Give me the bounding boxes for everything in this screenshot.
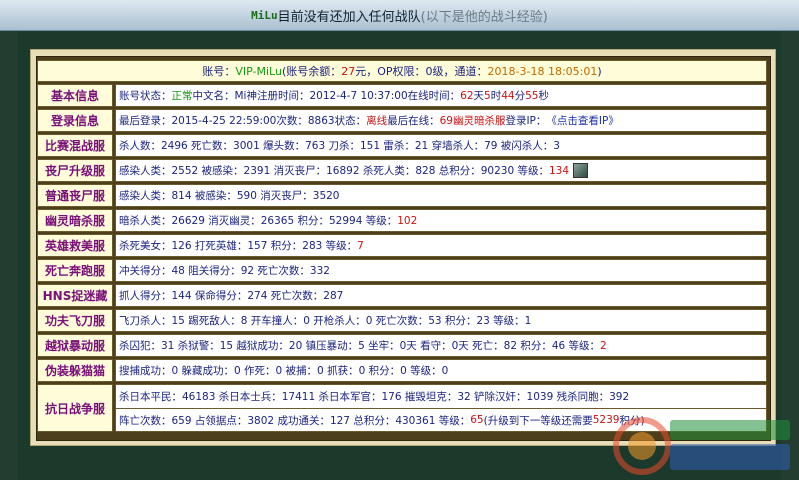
- zombie-level: 134: [548, 164, 570, 177]
- last-server: 69幽灵暗杀服: [439, 115, 506, 127]
- player-name: MiLu: [251, 8, 278, 22]
- account-id: VIP-MiLu: [235, 64, 282, 78]
- online-state: 离线: [366, 115, 388, 127]
- left-edge: [0, 30, 18, 480]
- anti-japan-line-2: 阵亡次数：659 占领据点：3802 成功通关：127 总积分：430361 等…: [116, 408, 766, 431]
- label-anti-japan: 抗日战争服: [37, 384, 113, 432]
- register-time: 2012-4-7 10:37:00: [309, 89, 408, 102]
- label-hide-seek: 伪装躲猫猫: [37, 359, 113, 382]
- anti-japan-level: 65: [470, 414, 484, 426]
- value-anti-japan: 杀日本平民：46183 杀日本士兵：17411 杀日本军官：176 摧毁坦克：3…: [115, 384, 767, 432]
- value-basic-info: 账号状态： 正常 中文名： Mi神 注册时间： 2012-4-7 10:37:00 在…: [115, 84, 767, 107]
- top-hint: (以下是他的战斗经验): [420, 9, 548, 25]
- label-mixed-battle: 比赛混战服: [37, 134, 113, 157]
- value-hns: 抓人得分：144 保命得分：274 死亡次数：287: [115, 284, 767, 307]
- label-basic-info: 基本信息: [37, 84, 113, 107]
- value-jailbreak: 杀囚犯：31 杀狱警：15 越狱成功：20 镇压暴动：5 坐牢：0天 看守：0天…: [115, 334, 767, 357]
- value-mixed-battle: 杀人数：2496 死亡数：3001 爆头数：763 刀杀：151 雷杀：21 穿…: [115, 134, 767, 157]
- view-ip-link[interactable]: 《点击查看IP》: [546, 113, 618, 128]
- label-normal-zombie: 普通丧尸服: [37, 184, 113, 207]
- label-kungfu-knife: 功夫飞刀服: [37, 309, 113, 332]
- server-time: 2018-3-18 18:05:01: [487, 64, 598, 78]
- label-hero-rescue: 英雄救美服: [37, 234, 113, 257]
- top-bar: MiLu 目前没有还加入任何战队 (以下是他的战斗经验): [0, 0, 799, 31]
- team-status: 目前没有还加入任何战队: [277, 9, 421, 25]
- label-ghost-assassin: 幽灵暗杀服: [37, 209, 113, 232]
- avatar-icon: [573, 163, 589, 178]
- value-ghost-assassin: 暗杀人类：26629 消灭幽灵：26365 积分：52994 等级： 102: [115, 209, 767, 232]
- label-hns: HNS捉迷藏: [37, 284, 113, 307]
- ghost-level: 102: [397, 214, 418, 227]
- op-level: 0级: [425, 65, 444, 78]
- value-death-run: 冲关得分：48 阻关得分：92 死亡次数：332: [115, 259, 767, 282]
- account-balance: 27: [341, 64, 356, 78]
- value-hide-seek: 搜捕成功：0 躲藏成功：0 作死：0 被捕：0 抓获：0 积分：0 等级：0: [115, 359, 767, 382]
- label-login-info: 登录信息: [37, 109, 113, 132]
- value-normal-zombie: 感染人类：814 被感染：590 消灭丧尸：3520: [115, 184, 767, 207]
- login-count: 8863: [307, 114, 335, 127]
- value-kungfu-knife: 飞刀杀人：15 踢死敌人：8 开车撞人：0 开枪杀人：0 死亡次数：53 积分：…: [115, 309, 767, 332]
- label-death-run: 死亡奔跑服: [37, 259, 113, 282]
- account-status: 正常: [171, 90, 193, 102]
- value-hero-rescue: 杀死美女：126 打死英雄：157 积分：283 等级： 7: [115, 234, 767, 257]
- label-jailbreak: 越狱暴动服: [37, 334, 113, 357]
- chinese-name: Mi神: [234, 90, 257, 102]
- account-header: 账号： VIP-MiLu (账号余额： 27 元，OP权限： 0级 ，通道： 2…: [37, 60, 767, 82]
- anti-japan-line-1: 杀日本平民：46183 杀日本士兵：17411 杀日本军官：176 摧毁坦克：3…: [119, 391, 630, 403]
- label-zombie-upgrade: 丧尸升级服: [37, 159, 113, 182]
- value-zombie-upgrade: 感染人类：2552 被感染：2391 消灭丧尸：16892 杀死人类：828 总…: [115, 159, 767, 182]
- last-login: 2015-4-25 22:59:00: [171, 114, 277, 127]
- right-edge: [781, 30, 799, 480]
- jailbreak-level: 2: [600, 339, 607, 352]
- next-level-points: 5239: [592, 414, 620, 426]
- hero-level: 7: [357, 239, 364, 252]
- value-login-info: 最后登录： 2015-4-25 22:59:00 次数： 8863 状态： 离线 最后…: [115, 109, 767, 132]
